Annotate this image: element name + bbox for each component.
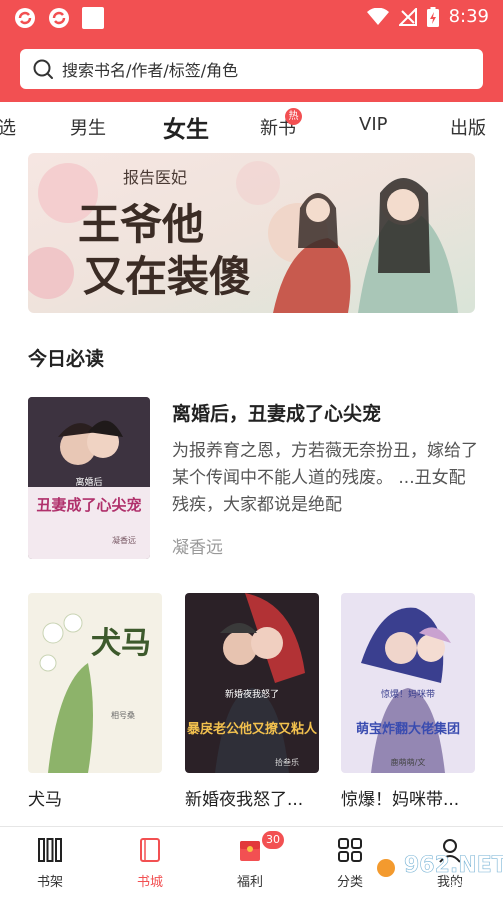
banner-title-line1: 王爷他 xyxy=(78,200,204,249)
section-title-today: 今日必读 xyxy=(28,348,105,370)
category-icon xyxy=(338,838,362,862)
site-watermark: 962.NET 乐游网 xyxy=(370,838,503,894)
gift-icon xyxy=(240,841,260,861)
app-notification-icon xyxy=(49,8,69,28)
promo-banner[interactable]: 报告医妃 王爷他 又在装傻 xyxy=(28,153,475,313)
book-cover-wedding-night[interactable]: 新婚夜我怒了 暴戾老公他又撩又粘人 拾叁乐 xyxy=(185,593,319,773)
svg-text:乐游网: 乐游网 xyxy=(448,880,481,893)
svg-text:离婚后: 离婚后 xyxy=(75,476,102,488)
bookshelf-icon xyxy=(38,838,62,862)
tab-female[interactable]: 女生 xyxy=(163,110,209,144)
book-cover-cute-baby[interactable]: 惊爆！妈咪带 萌宝炸翻大佬集团 鹿萌萌/文 xyxy=(341,593,475,773)
no-signal-icon xyxy=(398,7,417,26)
tab-vip[interactable]: VIP xyxy=(359,114,387,135)
svg-text:相号桑: 相号桑 xyxy=(111,710,135,720)
search-input[interactable]: 搜索书名/作者/标签/角色 xyxy=(20,49,483,89)
svg-text:新婚夜我怒了: 新婚夜我怒了 xyxy=(225,688,279,700)
status-bar: 8:39 xyxy=(0,0,503,36)
app-notification-icon xyxy=(15,8,35,28)
tab-selected[interactable]: 选 xyxy=(0,114,16,140)
svg-text:鹿萌萌/文: 鹿萌萌/文 xyxy=(391,757,426,767)
battery-charging-icon xyxy=(426,6,439,27)
category-tabs: 选 男生 女生 新书 热 VIP 出版 xyxy=(0,102,503,152)
featured-book-description: 为报养育之恩，方若薇无奈扮丑，嫁给了某个传闻中不能人道的残废。 ...丑女配残疾… xyxy=(172,441,478,515)
book-title[interactable]: 犬马 xyxy=(28,785,62,810)
featured-book-title[interactable]: 离婚后，丑妻成了心尖宠 xyxy=(172,399,381,426)
book-title[interactable]: 新婚夜我怒了... xyxy=(185,785,303,810)
svg-text:惊爆！妈咪带: 惊爆！妈咪带 xyxy=(381,688,435,700)
banner-tag: 报告医妃 xyxy=(123,168,187,187)
search-icon xyxy=(33,59,53,79)
welfare-badge: 30 xyxy=(262,831,284,849)
status-time: 8:39 xyxy=(448,6,489,27)
svg-text:丑妻成了心尖宠: 丑妻成了心尖宠 xyxy=(36,496,141,514)
tab-male[interactable]: 男生 xyxy=(70,114,106,140)
wifi-icon xyxy=(366,7,389,25)
book-cover-quanma[interactable]: 犬马 相号桑 xyxy=(28,593,162,773)
featured-book-author: 凝香远 xyxy=(172,538,223,558)
nav-bookstore[interactable]: 书城 xyxy=(120,835,180,890)
svg-text:拾叁乐: 拾叁乐 xyxy=(275,757,299,767)
book-title[interactable]: 惊爆！妈咪带... xyxy=(341,785,459,810)
status-bar-notifications xyxy=(14,7,104,29)
notification-square-icon xyxy=(82,7,104,29)
search-placeholder: 搜索书名/作者/标签/角色 xyxy=(62,61,239,80)
tab-publishing[interactable]: 出版 xyxy=(450,114,486,140)
banner-image: 报告医妃 王爷他 又在装傻 xyxy=(28,153,475,313)
nav-bookshelf[interactable]: 书架 xyxy=(20,835,80,890)
featured-book-cover[interactable]: 离婚后 丑妻成了心尖宠 凝香远 xyxy=(28,397,150,559)
search-area: 搜索书名/作者/标签/角色 xyxy=(0,36,503,102)
banner-title-line2: 又在装傻 xyxy=(83,252,251,301)
svg-text:凝香远: 凝香远 xyxy=(112,535,136,545)
bookstore-icon xyxy=(140,838,160,862)
hot-badge: 热 xyxy=(285,108,302,125)
svg-text:962.NET: 962.NET xyxy=(404,853,503,878)
svg-text:暴戾老公他又撩又粘人: 暴戾老公他又撩又粘人 xyxy=(186,721,318,737)
svg-text:萌宝炸翻大佬集团: 萌宝炸翻大佬集团 xyxy=(356,721,460,737)
svg-text:犬马: 犬马 xyxy=(91,626,151,661)
